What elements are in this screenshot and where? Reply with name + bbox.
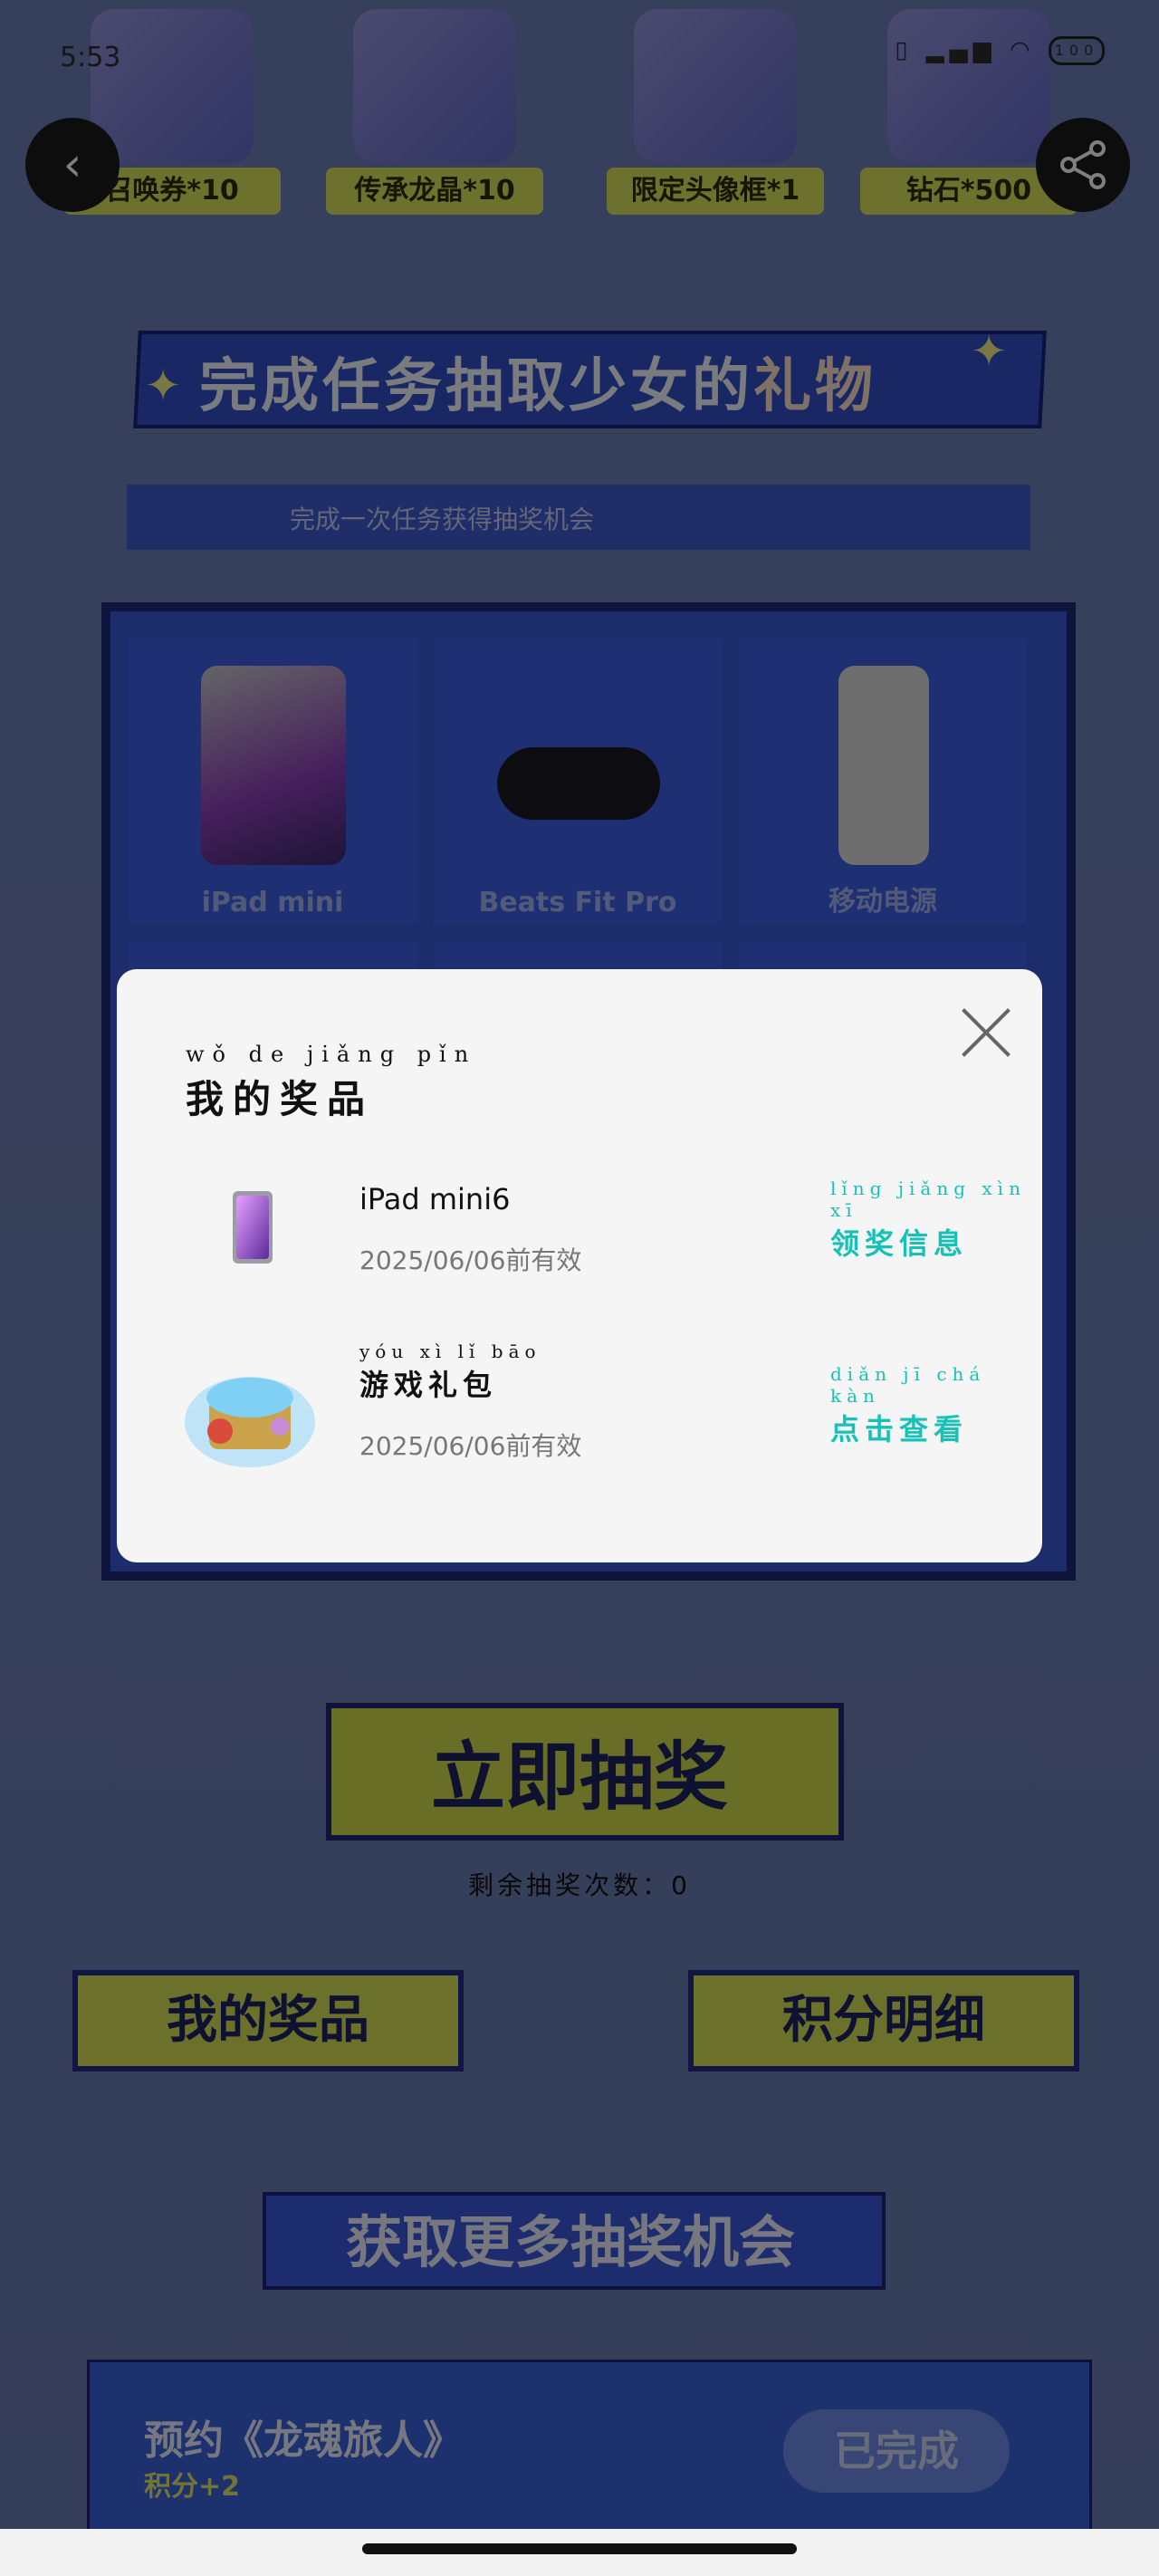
prize-list-item: iPad mini6 2025/06/06前有效 lǐng jiǎng xìn … xyxy=(117,1150,1042,1322)
modal-title-pinyin: wǒ de jiǎng pǐn xyxy=(186,1042,477,1067)
claim-info-link[interactable]: lǐng jiǎng xìn xī 领奖信息 xyxy=(830,1177,1042,1263)
prize-list-item: yóu xì lǐ bāo 游戏礼包 2025/06/06前有效 diǎn jī… xyxy=(117,1336,1042,1508)
prize-item-expiry: 2025/06/06前有效 xyxy=(359,1431,582,1461)
prize-item-name-text: 游戏礼包 xyxy=(359,1368,498,1402)
action-pinyin: diǎn jī chá kàn xyxy=(830,1363,986,1407)
my-prizes-modal: wǒ de jiǎng pǐn 我的奖品 iPad mini6 2025/06/… xyxy=(117,969,1042,1562)
prize-item-expiry: 2025/06/06前有效 xyxy=(359,1245,582,1275)
action-text: 领奖信息 xyxy=(830,1226,969,1261)
home-indicator[interactable] xyxy=(362,2543,797,2554)
treasure-chest-icon xyxy=(185,1377,315,1467)
action-text: 点击查看 xyxy=(830,1412,969,1447)
modal-title: wǒ de jiǎng pǐn 我的奖品 xyxy=(186,1042,476,1124)
prize-item-name-pinyin: yóu xì lǐ bāo xyxy=(359,1341,541,1362)
prize-item-name: iPad mini6 xyxy=(359,1182,511,1216)
close-icon[interactable] xyxy=(959,1005,1013,1060)
view-gift-link[interactable]: diǎn jī chá kàn 点击查看 xyxy=(830,1363,1042,1448)
action-pinyin: lǐng jiǎng xìn xī xyxy=(830,1177,1026,1221)
modal-title-text: 我的奖品 xyxy=(186,1077,375,1121)
ipad-thumbnail-icon xyxy=(233,1191,273,1264)
prize-item-name: yóu xì lǐ bāo 游戏礼包 xyxy=(359,1341,541,1404)
